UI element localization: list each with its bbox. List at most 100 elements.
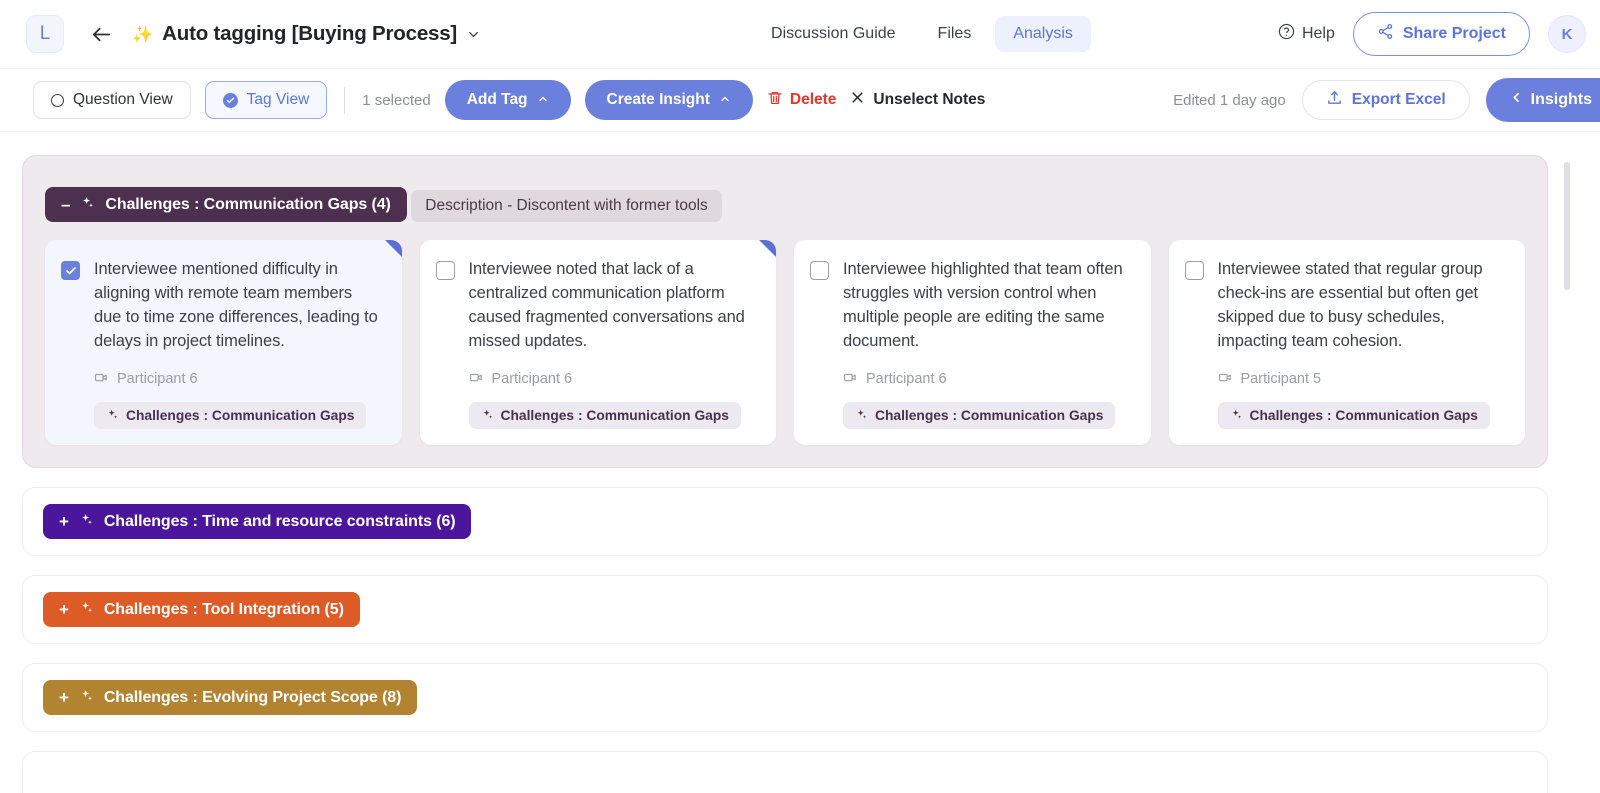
help-label: Help: [1301, 25, 1335, 42]
create-insight-label: Create Insight: [606, 91, 710, 108]
note-header: Interviewee stated that regular group ch…: [1184, 258, 1508, 354]
group-header-chip[interactable]: + Challenges : Tool Integration (5): [43, 592, 360, 628]
insights-panel-button[interactable]: Insights: [1485, 78, 1600, 122]
expand-toggle-icon[interactable]: +: [59, 689, 69, 706]
note-participant: Participant 5: [1185, 370, 1508, 389]
toolbar-right-actions: Edited 1 day ago Export Excel Insights: [1173, 78, 1600, 122]
help-button[interactable]: Help: [1278, 23, 1335, 45]
note-tag-chip[interactable]: Challenges : Communication Gaps: [1217, 401, 1490, 430]
note-tag-chip[interactable]: Challenges : Communication Gaps: [843, 401, 1116, 430]
note-tag-label: Challenges : Communication Gaps: [500, 408, 729, 424]
add-tag-label: Add Tag: [466, 91, 528, 108]
vertical-scrollbar[interactable]: [1564, 162, 1570, 722]
note-participant: Participant 6: [810, 370, 1133, 389]
note-header: Interviewee noted that lack of a central…: [435, 258, 759, 354]
share-icon: [1377, 23, 1394, 45]
video-icon: [843, 370, 858, 389]
selected-count: 1 selected: [362, 91, 431, 109]
note-checkbox[interactable]: [810, 261, 829, 280]
page-title: Auto tagging [Buying Process]: [162, 22, 458, 45]
avatar[interactable]: K: [1548, 15, 1586, 53]
chevron-up-icon: [537, 93, 549, 108]
trash-icon: [767, 90, 783, 111]
tab-files[interactable]: Files: [920, 16, 990, 52]
delete-button[interactable]: Delete: [767, 90, 836, 111]
note-card[interactable]: Interviewee stated that regular group ch…: [1168, 240, 1525, 446]
note-tag-label: Challenges : Communication Gaps: [1249, 408, 1478, 424]
tab-analysis[interactable]: Analysis: [995, 16, 1091, 52]
group-header-chip[interactable]: + Challenges : Time and resource constra…: [43, 504, 472, 540]
participant-label: Participant 6: [866, 371, 947, 388]
unselect-notes-label: Unselect Notes: [873, 91, 986, 108]
ai-sparkle-icon: [79, 688, 94, 707]
question-view-toggle[interactable]: Question View: [33, 81, 191, 119]
unselect-notes-button[interactable]: Unselect Notes: [850, 90, 985, 110]
note-text: Interviewee highlighted that team often …: [843, 260, 1123, 350]
circle-icon: [51, 93, 64, 107]
top-bar: L ✨ Auto tagging [Buying Process] Discus…: [0, 0, 1600, 69]
note-text: Interviewee stated that regular group ch…: [1217, 260, 1483, 350]
note-card[interactable]: Interviewee mentioned difficulty in alig…: [45, 240, 402, 446]
ai-sparkle-icon: [1230, 408, 1243, 424]
tag-group-tool-integration: + Challenges : Tool Integration (5): [22, 575, 1548, 645]
note-tag-label: Challenges : Communication Gaps: [126, 408, 355, 424]
app-logo[interactable]: L: [26, 15, 64, 53]
note-tag-label: Challenges : Communication Gaps: [875, 408, 1104, 424]
share-project-button[interactable]: Share Project: [1352, 12, 1530, 56]
share-project-label: Share Project: [1402, 25, 1506, 42]
video-icon: [94, 370, 109, 389]
note-participant: Participant 6: [436, 370, 759, 389]
participant-label: Participant 6: [117, 371, 198, 388]
chevron-down-icon[interactable]: [466, 27, 481, 42]
note-checkbox[interactable]: [1184, 261, 1204, 280]
note-tag-chip[interactable]: Challenges : Communication Gaps: [468, 401, 741, 430]
export-excel-button[interactable]: Export Excel: [1301, 80, 1470, 120]
chevron-up-icon: [719, 93, 731, 108]
notes-row: Interviewee mentioned difficulty in alig…: [45, 240, 1525, 446]
main-nav: Discussion Guide Files Analysis: [753, 16, 1091, 52]
tab-discussion-guide[interactable]: Discussion Guide: [753, 16, 914, 52]
group-header-chip[interactable]: + Challenges : Evolving Project Scope (8…: [43, 680, 418, 716]
check-circle-icon: [222, 92, 238, 108]
add-tag-button[interactable]: Add Tag: [444, 80, 571, 120]
ai-sparkle-icon: [80, 195, 95, 214]
note-text: Interviewee noted that lack of a central…: [468, 260, 745, 350]
create-insight-button[interactable]: Create Insight: [584, 80, 753, 120]
note-text: Interviewee mentioned difficulty in alig…: [94, 260, 378, 350]
expand-toggle-icon[interactable]: +: [59, 513, 69, 530]
chevron-left-icon: [1510, 91, 1523, 109]
tag-group-time-resource-constraints: + Challenges : Time and resource constra…: [22, 487, 1548, 557]
note-participant: Participant 6: [61, 370, 384, 389]
note-header: Interviewee highlighted that team often …: [810, 258, 1133, 354]
note-flag-corner-icon: [384, 240, 402, 257]
question-view-label: Question View: [73, 91, 173, 108]
toolbar-divider: [344, 86, 346, 114]
note-tag-chip[interactable]: Challenges : Communication Gaps: [94, 401, 367, 430]
ai-sparkle-icon: [79, 600, 94, 619]
participant-label: Participant 5: [1240, 371, 1322, 388]
tag-view-toggle[interactable]: Tag View: [204, 81, 328, 119]
tag-view-label: Tag View: [246, 91, 310, 108]
note-checkbox[interactable]: [61, 261, 80, 280]
group-label: Challenges : Evolving Project Scope (8): [103, 688, 402, 706]
collapse-toggle-icon[interactable]: –: [61, 196, 70, 213]
note-checkbox[interactable]: [435, 261, 455, 280]
participant-label: Participant 6: [491, 371, 573, 388]
analysis-toolbar: Question View Tag View 1 selected Add Ta…: [0, 69, 1600, 132]
close-icon: [850, 90, 865, 110]
ai-sparkle-icon: [855, 408, 868, 424]
avatar-letter: K: [1561, 25, 1573, 43]
group-header-chip[interactable]: – Challenges : Communication Gaps (4): [45, 187, 407, 222]
note-header: Interviewee mentioned difficulty in alig…: [61, 258, 384, 354]
note-flag-corner-icon: [759, 240, 776, 257]
ai-sparkle-icon: [481, 408, 494, 424]
project-title-dropdown[interactable]: ✨ Auto tagging [Buying Process]: [132, 22, 481, 46]
ai-sparkle-icon: [79, 512, 94, 531]
note-card[interactable]: Interviewee highlighted that team often …: [794, 240, 1151, 446]
note-card[interactable]: Interviewee noted that lack of a central…: [419, 240, 776, 446]
app-root: L ✨ Auto tagging [Buying Process] Discus…: [0, 0, 1600, 793]
scrollbar-thumb[interactable]: [1564, 162, 1570, 290]
back-arrow-icon[interactable]: [86, 19, 116, 49]
video-icon: [1218, 370, 1233, 389]
expand-toggle-icon[interactable]: +: [59, 601, 69, 618]
